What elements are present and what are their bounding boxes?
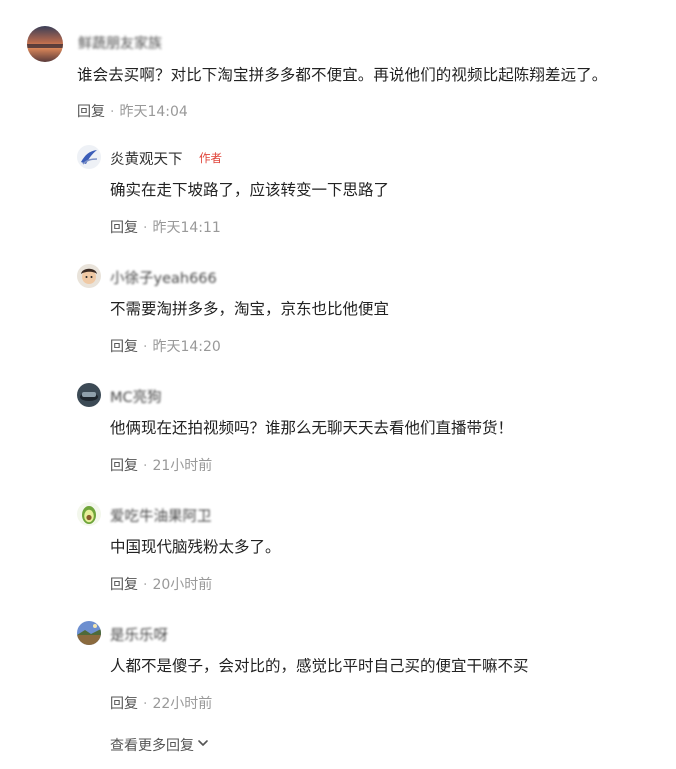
reply-text: 确实在走下坡路了，应该转变一下思路了 bbox=[110, 181, 390, 199]
reply-meta: 回复 · 22小时前 bbox=[110, 693, 212, 713]
reply-text: 不需要淘拼多多，淘宝，京东也比他便宜 bbox=[110, 300, 390, 318]
reply-button[interactable]: 回复 bbox=[110, 220, 138, 236]
main-comment-meta: 回复 · 昨天14:04 bbox=[77, 101, 188, 121]
reply-timestamp: 21小时前 bbox=[152, 458, 213, 474]
reply-meta: 回复 · 21小时前 bbox=[110, 455, 212, 475]
reply-button[interactable]: 回复 bbox=[110, 339, 138, 355]
reply-timestamp: 22小时前 bbox=[152, 696, 213, 712]
reply-avatar[interactable] bbox=[77, 621, 101, 645]
reply-avatar[interactable] bbox=[77, 502, 101, 526]
reply-item: 爱吃牛油果阿卫 中国现代脑残粉太多了。 回复 · 20小时前 bbox=[0, 502, 676, 622]
reply-username[interactable]: 炎黄观天下 bbox=[110, 148, 183, 169]
reply-meta: 回复 · 20小时前 bbox=[110, 574, 212, 594]
meta-separator: · bbox=[143, 577, 148, 593]
meta-separator: · bbox=[143, 458, 148, 474]
reply-timestamp: 20小时前 bbox=[152, 577, 213, 593]
meta-separator: · bbox=[110, 104, 115, 120]
reply-timestamp: 昨天14:11 bbox=[152, 220, 221, 236]
reply-text: 中国现代脑残粉太多了。 bbox=[110, 538, 281, 556]
meta-separator: · bbox=[143, 696, 148, 712]
reply-avatar[interactable] bbox=[77, 145, 101, 169]
comment-timestamp: 昨天14:04 bbox=[119, 104, 188, 120]
reply-item: 是乐乐呀 人都不是傻子，会对比的，感觉比平时自己买的便宜干嘛不买 回复 · 22小时… bbox=[0, 621, 676, 741]
main-comment-text: 谁会去买啊？对比下淘宝拼多多都不便宜。再说他们的视频比起陈翔差远了。 bbox=[77, 66, 608, 84]
reply-text: 他俩现在还拍视频吗？谁那么无聊天天去看他们直播带货！ bbox=[110, 419, 514, 437]
reply-username[interactable]: 是乐乐呀 bbox=[110, 624, 168, 645]
reply-timestamp: 昨天14:20 bbox=[152, 339, 221, 355]
reply-meta: 回复 · 昨天14:20 bbox=[110, 336, 221, 356]
reply-button[interactable]: 回复 bbox=[110, 696, 138, 712]
chevron-down-icon bbox=[197, 737, 209, 753]
reply-button[interactable]: 回复 bbox=[110, 577, 138, 593]
reply-avatar[interactable] bbox=[77, 383, 101, 407]
main-comment-avatar[interactable] bbox=[27, 26, 63, 62]
reply-button[interactable]: 回复 bbox=[110, 458, 138, 474]
reply-username[interactable]: 小徐子yeah666 bbox=[110, 267, 217, 288]
main-comment-username[interactable]: 鲜蔬朋友家族 bbox=[78, 33, 162, 53]
reply-text: 人都不是傻子，会对比的，感觉比平时自己买的便宜干嘛不买 bbox=[110, 657, 529, 675]
reply-button[interactable]: 回复 bbox=[77, 104, 105, 120]
meta-separator: · bbox=[143, 220, 148, 236]
meta-separator: · bbox=[143, 339, 148, 355]
reply-meta: 回复 · 昨天14:11 bbox=[110, 217, 221, 237]
reply-item: 小徐子yeah666 不需要淘拼多多，淘宝，京东也比他便宜 回复 · 昨天14:20 bbox=[0, 264, 676, 384]
reply-avatar[interactable] bbox=[77, 264, 101, 288]
reply-username[interactable]: 爱吃牛油果阿卫 bbox=[110, 505, 212, 526]
reply-item: MC亮狗 他俩现在还拍视频吗？谁那么无聊天天去看他们直播带货！ 回复 · 21小时前 bbox=[0, 383, 676, 503]
author-badge: 作者 bbox=[199, 151, 222, 165]
reply-username[interactable]: MC亮狗 bbox=[110, 386, 162, 407]
view-more-replies-button[interactable]: 查看更多回复 bbox=[110, 735, 209, 755]
view-more-replies-label: 查看更多回复 bbox=[110, 738, 194, 754]
reply-item: 炎黄观天下 作者 确实在走下坡路了，应该转变一下思路了 回复 · 昨天14:11 bbox=[0, 145, 676, 265]
